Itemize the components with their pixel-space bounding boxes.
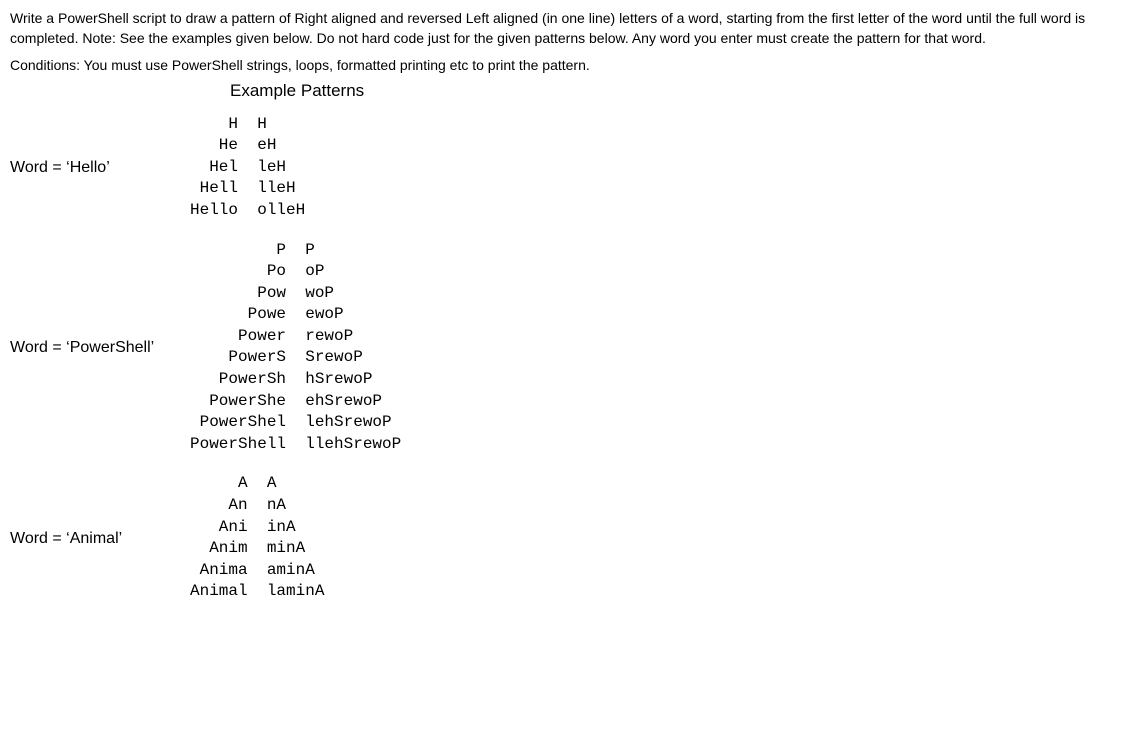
example-block: Word = ‘Hello’ H H He eH Hel leH Hell ll… [10, 114, 1127, 222]
word-label: Word = ‘PowerShell’ [10, 336, 190, 359]
pattern-output: H H He eH Hel leH Hell lleH Hello olleH [190, 114, 305, 222]
example-block: Word = ‘PowerShell’ P P Po oP Pow woP Po… [10, 240, 1127, 456]
example-block: Word = ‘Animal’ A A An nA Ani inA Anim m… [10, 473, 1127, 603]
word-label: Word = ‘Animal’ [10, 527, 190, 550]
pattern-output: P P Po oP Pow woP Powe ewoP Power rewoP … [190, 240, 401, 456]
problem-statement: Write a PowerShell script to draw a patt… [10, 8, 1127, 49]
pattern-output: A A An nA Ani inA Anim minA Anima aminA … [190, 473, 324, 603]
word-label: Word = ‘Hello’ [10, 156, 190, 179]
conditions-text: Conditions: You must use PowerShell stri… [10, 55, 1127, 75]
example-heading: Example Patterns [230, 79, 1127, 104]
